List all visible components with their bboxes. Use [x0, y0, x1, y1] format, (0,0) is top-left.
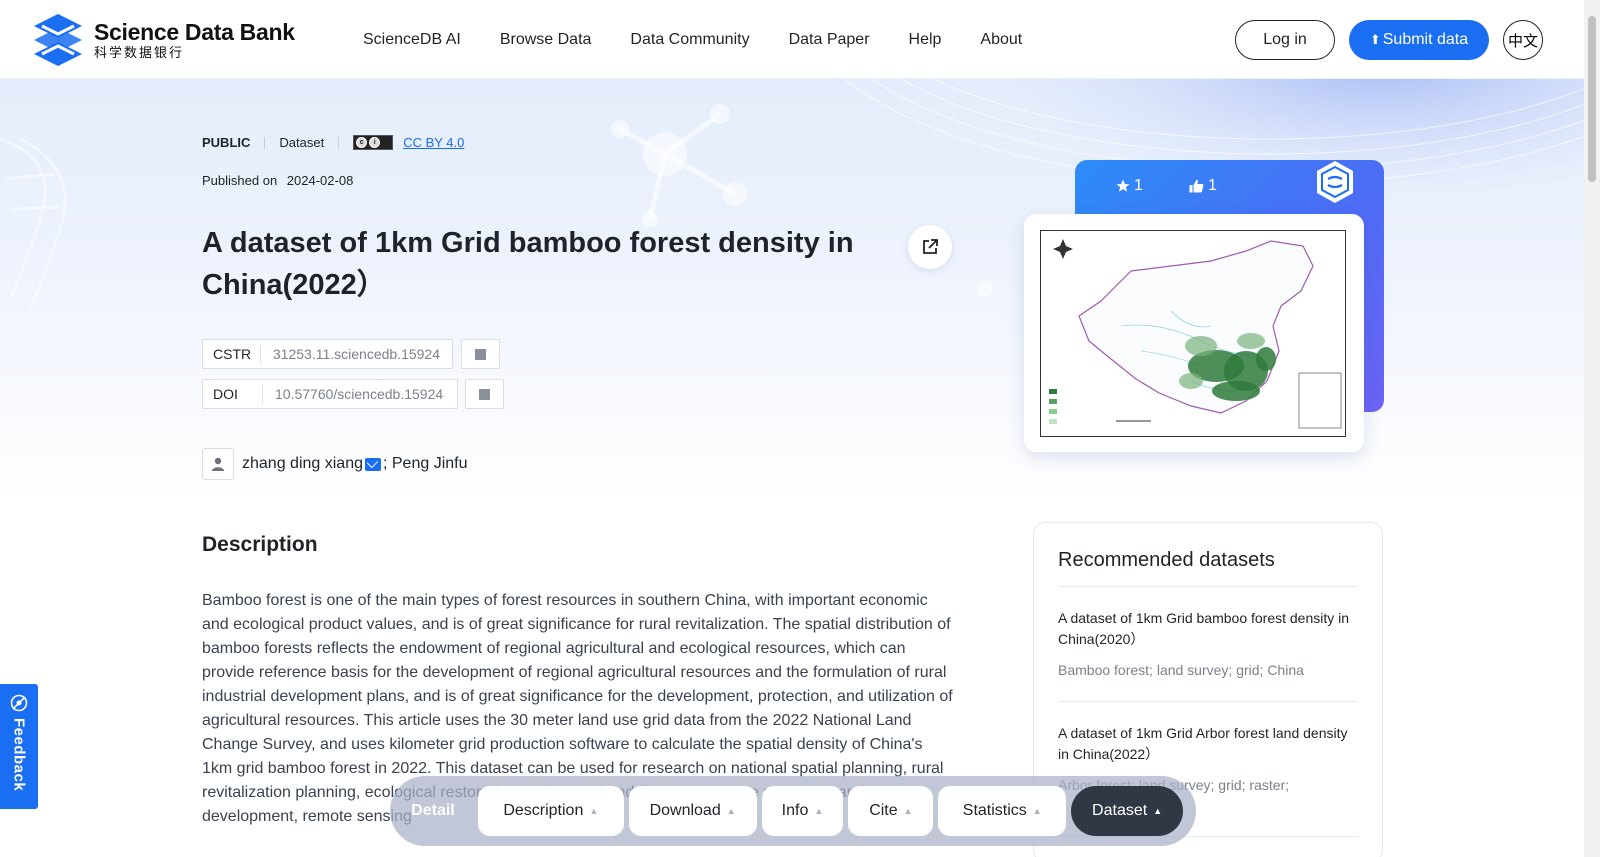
published-label: Published on — [202, 173, 278, 188]
tab-download-label: Download — [649, 802, 721, 819]
tab-download[interactable]: Download ▲ — [628, 786, 757, 836]
tab-info-label: Info — [781, 802, 809, 819]
login-button[interactable]: Log in — [1235, 20, 1335, 60]
copy-doi-button[interactable] — [465, 379, 504, 409]
cc-license-icon: ci — [353, 135, 394, 150]
logo-icon — [34, 14, 82, 66]
detail-tab-bar: Detail Description ▲ Download ▲ Info ▲ Cite… — [390, 776, 1196, 846]
access-badge: PUBLIC — [202, 135, 251, 150]
mail-icon[interactable] — [364, 457, 381, 471]
description-heading: Description — [202, 533, 318, 556]
submit-data-button[interactable]: ⬆ Submit data — [1349, 20, 1489, 60]
main-nav: ScienceDB AI Browse Data Data Community … — [363, 0, 1061, 79]
tab-cite-label: Cite — [869, 802, 898, 819]
nav-about[interactable]: About — [980, 31, 1022, 49]
cstr-value: 31253.11.sciencedb.15924 — [272, 346, 440, 362]
top-navigation-bar: Science Data Bank 科学数据银行 ScienceDB AI Br… — [0, 0, 1584, 79]
share-icon — [923, 239, 938, 254]
tab-description-label: Description — [503, 802, 584, 819]
meta-divider — [338, 136, 340, 149]
copy-icon — [472, 345, 486, 360]
page-scrollbar[interactable] — [1584, 0, 1600, 857]
dataset-thumbnail-map — [1040, 230, 1346, 437]
cstr-label: CSTR — [203, 345, 261, 363]
recommended-item-title[interactable]: A dataset of 1km Grid Arbor forest land … — [1058, 723, 1358, 765]
tab-statistics[interactable]: Statistics ▲ — [938, 786, 1067, 836]
published-date-row: Published on 2024-02-08 — [202, 173, 353, 188]
upload-icon: ⬆ — [1369, 32, 1381, 47]
logo-title: Science Data Bank — [94, 19, 295, 45]
user-icon — [202, 448, 234, 480]
recommended-heading: Recommended datasets — [1058, 549, 1275, 571]
tab-statistics-label: Statistics — [962, 802, 1027, 819]
copy-cstr-button[interactable] — [461, 339, 500, 369]
nav-help[interactable]: Help — [909, 31, 942, 49]
nav-sciencedb-ai[interactable]: ScienceDB AI — [363, 31, 461, 49]
china-map-image — [1049, 239, 1342, 429]
share-button[interactable] — [908, 225, 952, 269]
tab-cite[interactable]: Cite ▲ — [848, 786, 934, 836]
submit-data-label: Submit data — [1382, 31, 1469, 48]
thumbs-up-icon — [1189, 179, 1204, 193]
nav-browse-data[interactable]: Browse Data — [500, 31, 592, 49]
nav-data-paper[interactable]: Data Paper — [789, 31, 870, 49]
feedback-button[interactable]: Feedback — [0, 684, 38, 809]
doi-value: 10.57760/sciencedb.15924 — [275, 386, 444, 402]
language-switch-button[interactable]: 中文 — [1503, 20, 1543, 60]
like-count[interactable]: 1 — [1189, 177, 1217, 195]
dataset-type: Dataset — [279, 135, 325, 150]
star-icon — [1116, 179, 1130, 192]
chevron-up-icon: ▲ — [814, 806, 824, 816]
sciencedb-badge-icon — [1317, 161, 1353, 203]
tab-dataset[interactable]: Dataset ▲ — [1071, 786, 1184, 836]
logo-subtitle: 科学数据银行 — [94, 45, 185, 60]
tab-bar-label: Detail — [411, 802, 455, 819]
chevron-up-icon: ▲ — [1032, 806, 1042, 816]
license-link[interactable]: CC BY 4.0 — [403, 135, 464, 150]
feedback-label: Feedback — [10, 718, 28, 792]
chevron-up-icon: ▲ — [726, 806, 736, 816]
rec-divider — [1058, 586, 1358, 587]
nav-data-community[interactable]: Data Community — [630, 31, 749, 49]
feedback-icon — [10, 694, 28, 712]
recommended-item[interactable]: A dataset of 1km Grid bamboo forest dens… — [1058, 608, 1358, 678]
tab-info[interactable]: Info ▲ — [761, 786, 844, 836]
dataset-meta-row: PUBLIC Dataset ci CC BY 4.0 — [202, 135, 464, 150]
meta-divider — [264, 136, 266, 149]
star-count[interactable]: 1 — [1116, 177, 1143, 195]
tab-dataset-label: Dataset — [1092, 802, 1148, 819]
recommended-item-tags: Bamboo forest; land survey; grid; China — [1058, 662, 1304, 678]
star-count-value: 1 — [1134, 177, 1143, 194]
published-date: 2024-02-08 — [286, 173, 354, 188]
chevron-up-icon: ▲ — [903, 806, 913, 816]
scrollbar-thumb[interactable] — [1588, 16, 1596, 182]
cstr-field: CSTR 31253.11.sciencedb.15924 — [202, 339, 453, 369]
dataset-title: A dataset of 1km Grid bamboo forest dens… — [202, 227, 854, 301]
authors-row: zhang ding xiang ; Peng Jinfu — [202, 448, 467, 480]
recommended-item-title[interactable]: A dataset of 1km Grid bamboo forest dens… — [1058, 608, 1358, 650]
doi-field: DOI 10.57760/sciencedb.15924 — [202, 379, 458, 409]
copy-icon — [476, 385, 490, 400]
chevron-up-icon: ▲ — [1153, 806, 1163, 816]
doi-label: DOI — [203, 385, 263, 403]
author-name[interactable]: ; Peng Jinfu — [383, 455, 468, 473]
tab-description[interactable]: Description ▲ — [477, 786, 624, 836]
rec-divider — [1058, 701, 1358, 702]
chevron-up-icon: ▲ — [589, 806, 599, 816]
site-logo[interactable]: Science Data Bank 科学数据银行 — [30, 12, 295, 68]
like-count-value: 1 — [1208, 177, 1217, 194]
author-name[interactable]: zhang ding xiang — [242, 455, 363, 473]
